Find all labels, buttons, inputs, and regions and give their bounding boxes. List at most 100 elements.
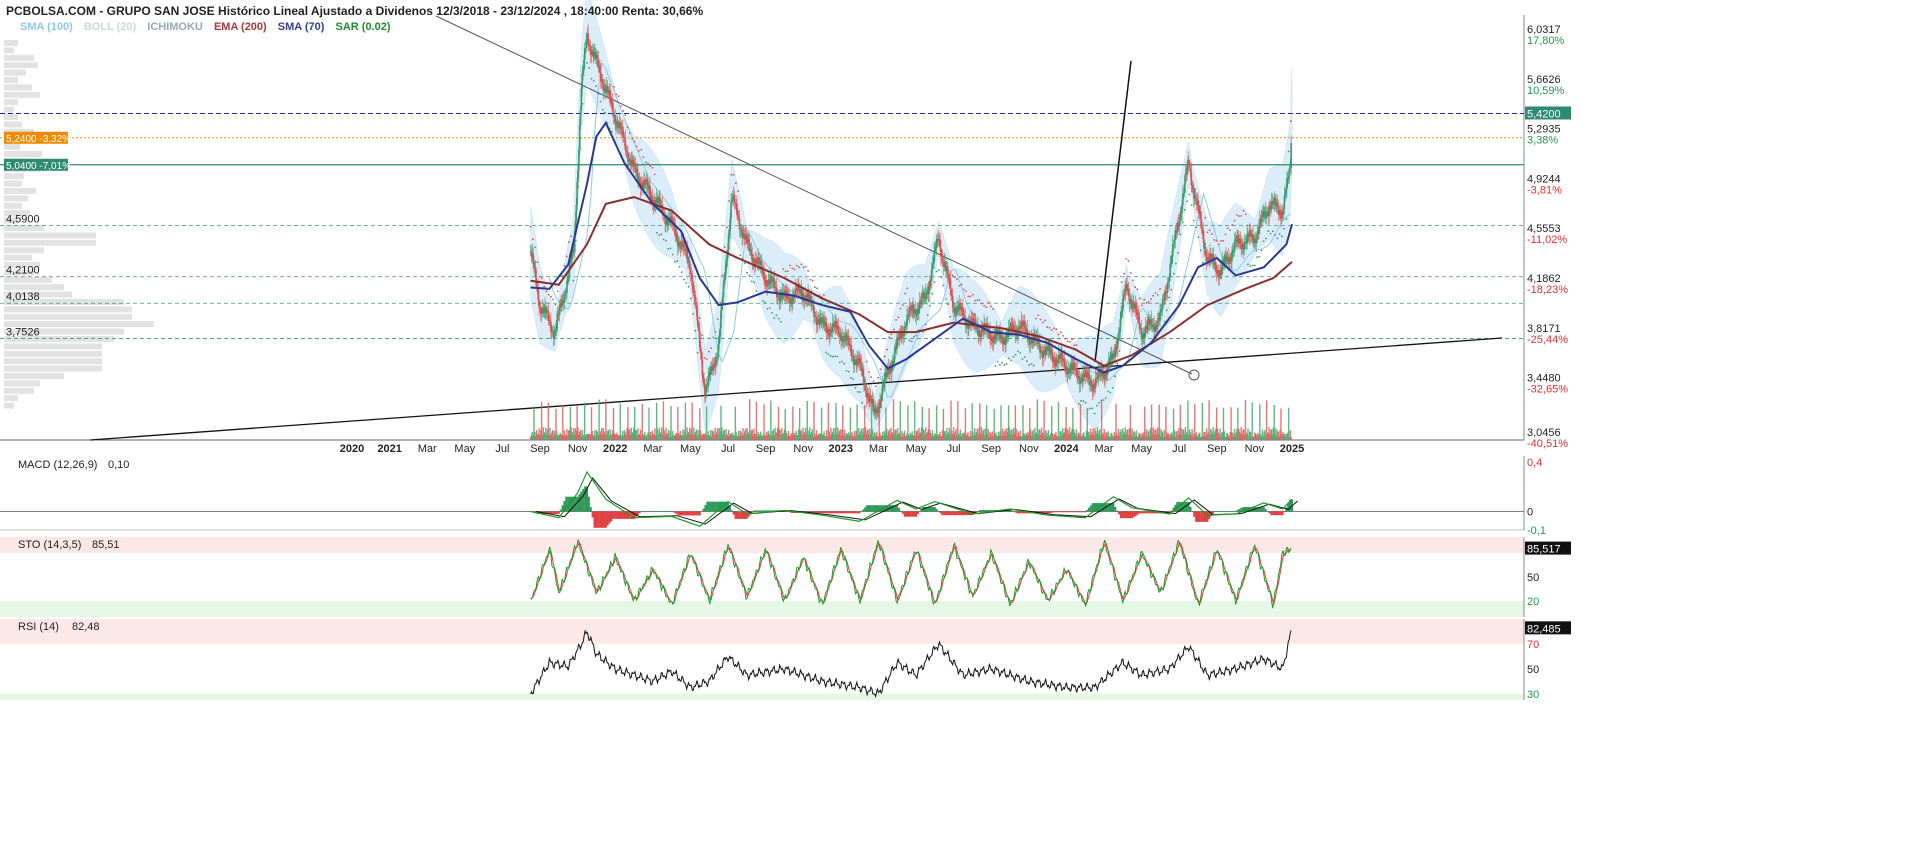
sar-dot — [865, 360, 868, 363]
macd-histogram-bar — [1191, 511, 1194, 512]
macd-histogram-bar — [753, 510, 756, 512]
macd-histogram-bar — [1116, 510, 1119, 512]
sar-dot — [577, 185, 579, 188]
sar-dot — [879, 368, 882, 371]
macd-histogram-bar — [663, 511, 666, 512]
sar-dot — [1278, 232, 1281, 235]
macd-histogram-bar — [702, 508, 705, 512]
macd-histogram-bar — [708, 501, 711, 512]
legend-ichimoku[interactable]: ICHIMOKU — [147, 21, 203, 33]
macd-histogram-bar — [864, 507, 867, 512]
sar-dot — [1211, 233, 1213, 235]
macd-histogram-bar — [554, 511, 557, 514]
sar-dot — [1150, 298, 1152, 301]
macd-histogram-bar — [937, 511, 940, 512]
x-axis-label-4: Jul — [495, 443, 509, 455]
macd-histogram-bar — [601, 511, 604, 528]
sar-dot — [1032, 364, 1035, 367]
volume-bar — [670, 405, 672, 440]
sar-dot — [1154, 292, 1157, 294]
sar-dot — [1053, 327, 1055, 330]
volume-profile-bar — [4, 306, 132, 313]
sar-dot — [1244, 213, 1247, 216]
macd-histogram-bar — [1221, 511, 1224, 512]
sar-dot — [938, 269, 940, 271]
sar-dot — [1071, 338, 1073, 341]
teal-tag: 5,0400 -7,01% — [6, 161, 71, 172]
sar-dot — [637, 150, 640, 152]
sar-dot — [674, 261, 676, 263]
sar-dot — [1174, 262, 1177, 265]
sar-dot — [1141, 304, 1143, 307]
sar-dot — [1118, 350, 1121, 352]
rsi-overbought-zone — [0, 619, 1524, 644]
sar-dot — [1242, 209, 1245, 212]
macd-histogram-bar — [1215, 511, 1218, 512]
macd-histogram-bar — [1212, 511, 1215, 514]
sar-dot — [662, 238, 665, 241]
legend-boll20[interactable]: BOLL (20) — [84, 21, 136, 33]
legend-ema200[interactable]: EMA (200) — [214, 21, 267, 33]
trendline-endpoint — [1188, 369, 1200, 381]
volume-profile-bar — [4, 387, 34, 394]
sar-dot — [599, 100, 602, 103]
volume-bar — [1000, 405, 1002, 440]
sar-dot — [786, 270, 789, 273]
macd-histogram-bar — [945, 511, 948, 516]
macd-histogram-bar — [1089, 505, 1092, 512]
volume-profile-bar — [4, 99, 18, 106]
macd-histogram-bar — [815, 511, 818, 513]
macd-histogram-bar — [734, 511, 737, 519]
macd-histogram-bar — [822, 511, 825, 514]
macd-histogram-bar — [1238, 509, 1241, 512]
sar-dot — [998, 363, 1001, 366]
legend-sma100[interactable]: SMA (100) — [20, 21, 73, 33]
sar-dot — [613, 85, 615, 88]
macd-histogram-bar — [1275, 511, 1278, 516]
sar-dot — [534, 246, 537, 249]
macd-histogram-bar — [736, 511, 739, 519]
sar-dot — [710, 347, 712, 350]
macd-histogram-bar — [672, 511, 675, 513]
macd-histogram-bar — [858, 511, 861, 514]
sar-dot — [784, 270, 787, 273]
sar-dot — [1208, 229, 1211, 232]
sar-dot — [642, 156, 645, 159]
legend-sar[interactable]: SAR (0.02) — [336, 21, 391, 33]
sar-dot — [762, 299, 764, 302]
macd-histogram-bar — [845, 511, 848, 514]
macd-histogram-bar — [1014, 511, 1017, 513]
macd-histogram-bar — [1063, 511, 1066, 513]
macd-histogram-bar — [832, 511, 835, 514]
macd-histogram-bar — [828, 511, 831, 514]
sar-dot — [827, 353, 830, 356]
sar-dot — [929, 304, 931, 307]
sar-dot — [906, 287, 909, 290]
macd-histogram-bar — [1087, 507, 1090, 512]
sar-dot — [1269, 232, 1272, 235]
rsi-oversold-zone — [0, 693, 1524, 700]
x-axis-label-21: May — [1131, 443, 1152, 455]
macd-histogram-bar — [1198, 511, 1201, 522]
sar-dot — [924, 323, 927, 326]
legend-sma70[interactable]: SMA (70) — [278, 21, 325, 33]
volume-bar — [1287, 407, 1290, 440]
sar-dot — [692, 312, 694, 315]
sar-dot — [1125, 258, 1128, 260]
macd-histogram-bar — [1206, 511, 1209, 522]
macd-histogram-bar — [1264, 509, 1267, 512]
macd-histogram-bar — [941, 511, 944, 516]
macd-histogram-bar — [689, 511, 692, 516]
sar-dot — [649, 165, 652, 168]
sar-dot — [640, 148, 643, 151]
sar-dot — [974, 299, 976, 302]
sar-dot — [1001, 361, 1004, 364]
volume-profile-bar — [4, 380, 40, 387]
macd-histogram-bar — [1018, 511, 1021, 514]
macd-histogram-bar — [653, 511, 656, 512]
volume-bar — [792, 406, 794, 440]
sar-dot — [798, 266, 800, 269]
macd-histogram-bar — [552, 511, 555, 514]
x-axis-label-0: 2020 — [340, 443, 364, 455]
macd-histogram-bar — [1016, 511, 1019, 514]
